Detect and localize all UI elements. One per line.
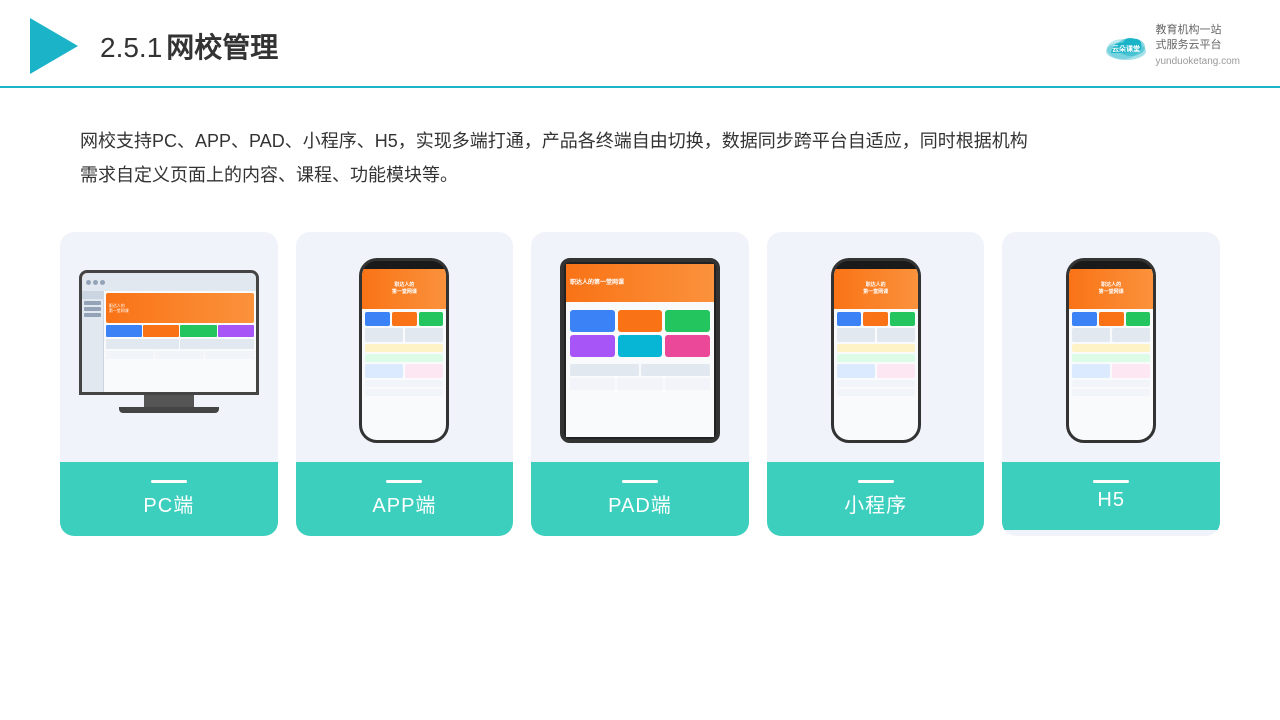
card-miniapp-image: 职达人的第一堂网课 <box>767 232 985 462</box>
pc-row1 <box>106 339 254 349</box>
card-h5-image: 职达人的第一堂网课 <box>1002 232 1220 462</box>
miniapp-content <box>834 309 918 399</box>
app-phone-screen: 职达人的第一堂网课 <box>362 269 446 440</box>
svg-text:云朵课堂: 云朵课堂 <box>1112 44 1140 53</box>
pad-device: 职达人的第一堂网课 <box>560 258 720 443</box>
phone-notch3 <box>1097 261 1125 269</box>
label-line <box>858 480 894 483</box>
h5-banner: 职达人的第一堂网课 <box>1069 269 1153 309</box>
card-miniapp: 职达人的第一堂网课 <box>767 232 985 536</box>
app-phone-content <box>362 309 446 399</box>
phone-notch2 <box>862 261 890 269</box>
pc-mini-card4 <box>218 325 254 337</box>
h5-phone-screen: 职达人的第一堂网课 <box>1069 269 1153 440</box>
pad-banner: 职达人的第一堂网课 <box>566 264 714 302</box>
h5-content <box>1069 309 1153 399</box>
dot2 <box>93 280 98 285</box>
miniapp-phone-screen: 职达人的第一堂网课 <box>834 269 918 440</box>
brand-text: 教育机构一站 式服务云平台 yunduoketang.com <box>1155 23 1240 70</box>
phone-notch <box>390 261 418 269</box>
pc-device: 职达人的第一堂网课 <box>79 270 259 430</box>
pc-screen-top <box>82 273 256 291</box>
logo-triangle-icon <box>30 18 78 74</box>
card-pc-image: 职达人的第一堂网课 <box>60 232 278 462</box>
label-line <box>386 480 422 483</box>
cloud-icon: 云朵课堂 <box>1103 31 1149 61</box>
description-line1: 网校支持PC、APP、PAD、小程序、H5，实现多端打通，产品各终端自由切换，数… <box>80 124 1200 158</box>
h5-phone-device: 职达人的第一堂网课 <box>1066 258 1156 443</box>
label-line <box>151 480 187 483</box>
pad-screen: 职达人的第一堂网课 <box>566 264 714 437</box>
page-header: 2.5.1网校管理 云朵课堂 教育机构一站 式服务云平台 yunduoketan… <box>0 0 1280 88</box>
app-phone-banner: 职达人的第一堂网课 <box>362 269 446 309</box>
pc-mini-card1 <box>106 325 142 337</box>
page-title: 2.5.1网校管理 <box>100 26 278 66</box>
card-app: 职达人的第一堂网课 <box>296 232 514 536</box>
card-app-label: APP端 <box>296 462 514 536</box>
brand-url: yunduoketang.com <box>1155 55 1240 69</box>
miniapp-banner: 职达人的第一堂网课 <box>834 269 918 309</box>
pad-grid <box>566 306 714 361</box>
card-pc: 职达人的第一堂网课 <box>60 232 278 536</box>
pc-mini-card2 <box>143 325 179 337</box>
pc-screen: 职达人的第一堂网课 <box>82 273 256 392</box>
card-h5: 职达人的第一堂网课 <box>1002 232 1220 536</box>
label-line <box>622 480 658 483</box>
pc-banner: 职达人的第一堂网课 <box>106 293 254 323</box>
pc-mini-cards <box>106 325 254 337</box>
card-h5-label: H5 <box>1002 462 1220 530</box>
dot3 <box>100 280 105 285</box>
brand-tagline2: 式服务云平台 <box>1155 38 1240 53</box>
brand-tagline: 教育机构一站 <box>1155 23 1240 38</box>
brand-logo: 云朵课堂 教育机构一站 式服务云平台 yunduoketang.com <box>1103 23 1240 70</box>
miniapp-phone-device: 职达人的第一堂网课 <box>831 258 921 443</box>
pad-rows <box>566 361 714 393</box>
cards-section: 职达人的第一堂网课 <box>0 212 1280 556</box>
card-pad-image: 职达人的第一堂网课 <box>531 232 749 462</box>
section-number: 2.5.1 <box>100 32 162 63</box>
card-pc-label: PC端 <box>60 462 278 536</box>
pc-sidebar <box>82 291 104 392</box>
card-miniapp-label: 小程序 <box>767 462 985 536</box>
pc-monitor: 职达人的第一堂网课 <box>79 270 259 395</box>
pc-main: 职达人的第一堂网课 <box>104 291 256 392</box>
label-line <box>1093 480 1129 483</box>
brand-logo-area: 云朵课堂 教育机构一站 式服务云平台 yunduoketang.com <box>1103 23 1240 70</box>
pc-screen-body: 职达人的第一堂网课 <box>82 291 256 392</box>
description-area: 网校支持PC、APP、PAD、小程序、H5，实现多端打通，产品各终端自由切换，数… <box>0 88 1280 212</box>
app-phone-device: 职达人的第一堂网课 <box>359 258 449 443</box>
card-pad: 职达人的第一堂网课 <box>531 232 749 536</box>
header-left: 2.5.1网校管理 <box>30 18 278 74</box>
card-pad-label: PAD端 <box>531 462 749 536</box>
pc-stand <box>144 395 194 407</box>
pc-row2 <box>106 351 254 359</box>
description-line2: 需求自定义页面上的内容、课程、功能模块等。 <box>80 158 1200 192</box>
pc-base <box>119 407 219 413</box>
card-app-image: 职达人的第一堂网课 <box>296 232 514 462</box>
pc-mini-card3 <box>180 325 216 337</box>
dot1 <box>86 280 91 285</box>
